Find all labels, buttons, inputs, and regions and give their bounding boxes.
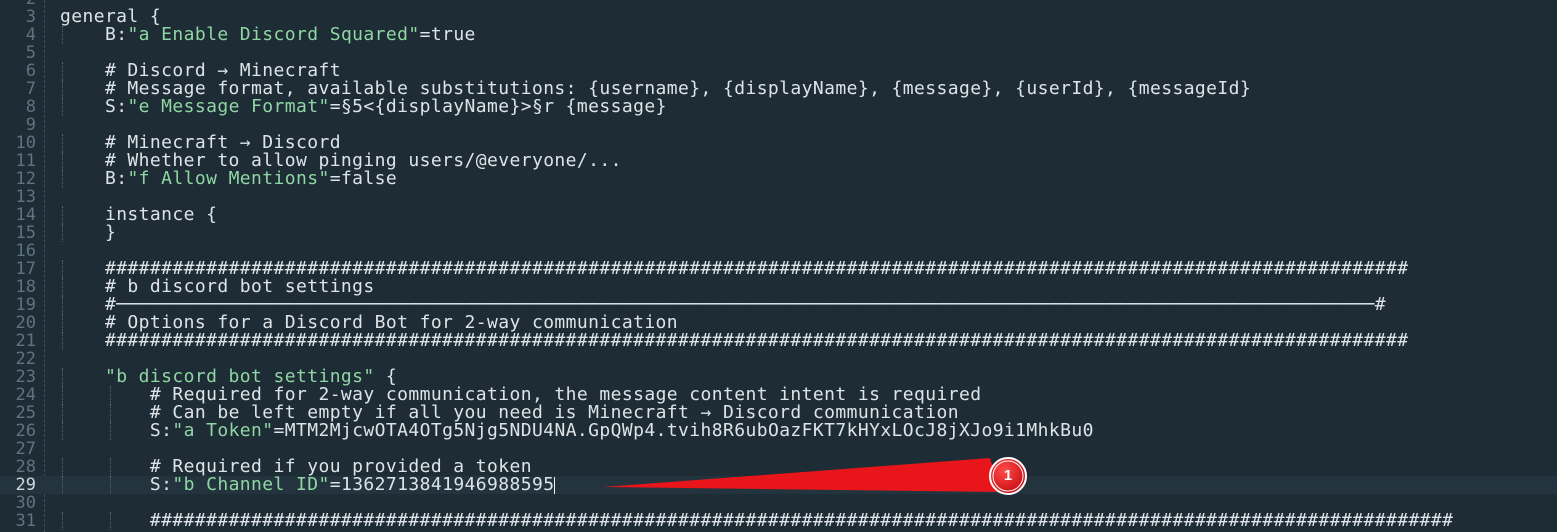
line-number: 6 [25,61,36,81]
line-text: B:"a Enable Discord Squared"=true [60,26,476,44]
line-number: 24 [15,385,36,405]
line-number: 31 [15,511,36,531]
line-number: 14 [15,205,36,225]
line-code: ########################################… [104,330,1409,351]
line-number: 29 [15,475,36,495]
line-number: 11 [15,151,36,171]
line-value: =false [329,168,398,189]
code-line[interactable]: 8 S:"e Message Format"=§5<{displayName}>… [0,98,1557,116]
code-line[interactable]: 26 S:"a Token"=MTM2MjcwOTA4OTg5Njg5NDU4N… [0,422,1557,440]
line-number: 9 [25,115,36,135]
line-text: S:"b Channel ID"=1362713841946988595 [60,474,556,495]
line-number: 25 [15,403,36,423]
line-number: 27 [15,439,36,459]
line-string-key: "e Message Format" [127,96,330,117]
code-line[interactable]: 14 instance { [0,206,1557,224]
line-number: 13 [15,187,36,207]
line-number: 18 [15,277,36,297]
line-text: ########################################… [60,512,1453,530]
line-number: 21 [15,331,36,351]
line-number: 20 [15,313,36,333]
line-code: S: [104,96,128,117]
line-code: B: [104,24,128,45]
line-string-key: "f Allow Mentions" [127,168,330,189]
line-number: 8 [25,97,36,117]
code-line[interactable]: 15 } [0,224,1557,242]
line-value: =true [419,24,476,45]
line-text: S:"a Token"=MTM2MjcwOTA4OTg5Njg5NDU4NA.G… [60,422,1094,440]
line-number: 5 [25,43,36,63]
line-code: instance { [104,204,218,225]
line-number: 28 [15,457,36,477]
line-number: 3 [25,7,36,27]
line-string-key: "a Enable Discord Squared" [127,24,420,45]
line-number: 17 [15,259,36,279]
line-number: 22 [15,349,36,369]
line-code: S: [149,474,173,495]
line-number: 26 [15,421,36,441]
line-number: 19 [15,295,36,315]
line-code: B: [104,168,128,189]
line-number: 15 [15,223,36,243]
code-line[interactable]: 12 B:"f Allow Mentions"=false [0,170,1557,188]
line-text: ########################################… [60,332,1408,350]
code-line[interactable]: 13 [0,188,1557,206]
line-number: 4 [25,25,36,45]
line-number: 16 [15,241,36,261]
code-line[interactable]: 21 #####################################… [0,332,1557,350]
code-area[interactable]: 23general {4 B:"a Enable Discord Squared… [0,0,1557,530]
line-value: =§5<{displayName}>§r {message} [329,96,667,117]
annotation-badge-label: 1 [1003,467,1013,484]
line-string-key: "b Channel ID" [172,474,330,495]
line-number: 12 [15,169,36,189]
line-text: S:"e Message Format"=§5<{displayName}>§r… [60,98,667,116]
line-string-key: "a Token" [172,420,274,441]
line-code: ########################################… [149,510,1454,531]
line-value: =1362713841946988595 [329,474,555,495]
line-number: 23 [15,367,36,387]
line-value: =MTM2MjcwOTA4OTg5Njg5NDU4NA.GpQWp4.tvih8… [273,420,1094,441]
text-cursor [554,476,556,494]
line-number: 7 [25,79,36,99]
line-number: 30 [15,493,36,513]
line-text: B:"f Allow Mentions"=false [60,170,397,188]
code-line[interactable]: 2 [0,0,1557,8]
line-text: } [60,224,116,242]
line-code: S: [149,420,173,441]
code-line[interactable]: 31 #####################################… [0,512,1557,530]
code-line[interactable]: 4 B:"a Enable Discord Squared"=true [0,26,1557,44]
line-number: 10 [15,133,36,153]
line-code: } [104,222,117,243]
text-editor[interactable]: 23general {4 B:"a Enable Discord Squared… [0,0,1557,532]
code-line[interactable]: 29 S:"b Channel ID"=1362713841946988595 [0,476,1557,494]
